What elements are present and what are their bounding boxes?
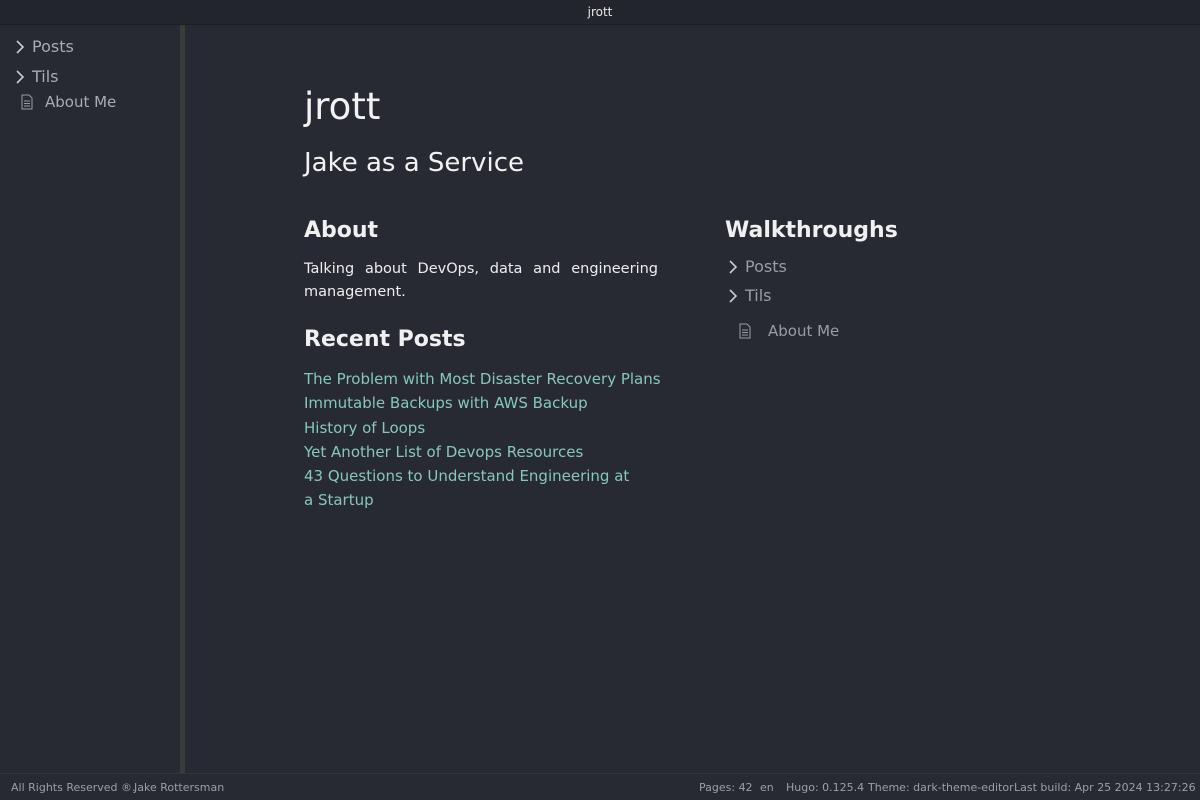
file-icon (739, 323, 751, 339)
sidebar: Posts Tils About Me (0, 25, 180, 773)
walkthrough-item-label: Posts (745, 257, 787, 276)
walkthrough-item-posts[interactable]: Posts (727, 257, 787, 276)
footer-theme: Theme: dark-theme-editor (868, 781, 1014, 794)
footer-author: Jake Rottersman (134, 781, 225, 794)
post-link[interactable]: History of Loops (304, 416, 664, 440)
main-content: jrott Jake as a Service About Talking ab… (185, 25, 1200, 773)
site-subtitle: Jake as a Service (304, 148, 525, 178)
recent-posts-list: The Problem with Most Disaster Recovery … (304, 367, 664, 513)
post-link[interactable]: Yet Another List of Devops Resources (304, 440, 664, 464)
window-titlebar: jrott (0, 0, 1200, 25)
about-heading: About (304, 218, 379, 243)
recent-posts-heading: Recent Posts (304, 327, 466, 352)
footer-last-build: Last build: Apr 25 2024 13:27:26 (1014, 781, 1196, 794)
status-bar: All Rights Reserved ®. Jake Rottersman P… (0, 773, 1200, 800)
post-link[interactable]: The Problem with Most Disaster Recovery … (304, 367, 664, 391)
footer-copyright: All Rights Reserved ®. (11, 781, 136, 794)
site-title: jrott (304, 85, 381, 128)
chevron-right-icon (729, 259, 738, 274)
chevron-right-icon (16, 69, 25, 84)
footer-lang: en (760, 781, 774, 794)
sidebar-item-label: Posts (32, 37, 74, 56)
footer-hugo-version: Hugo: 0.125.4 (786, 781, 865, 794)
chevron-right-icon (729, 288, 738, 303)
sidebar-item-about-me[interactable]: About Me (20, 93, 116, 111)
footer-pages: Pages: 42 (699, 781, 753, 794)
chevron-right-icon (16, 39, 25, 54)
sidebar-item-posts[interactable]: Posts (14, 37, 74, 56)
walkthrough-item-tils[interactable]: Tils (727, 286, 772, 305)
sidebar-item-label: About Me (45, 93, 117, 111)
post-link[interactable]: Immutable Backups with AWS Backup (304, 391, 664, 415)
walkthroughs-heading: Walkthroughs (725, 218, 898, 243)
walkthrough-item-about-me[interactable]: About Me (738, 322, 839, 340)
file-icon (21, 94, 33, 110)
walkthrough-item-label: About Me (768, 322, 840, 340)
about-text: Talking about DevOps, data and engineeri… (304, 261, 658, 300)
post-link[interactable]: 43 Questions to Understand Engineering a… (304, 464, 634, 513)
window-title: jrott (587, 5, 613, 19)
sidebar-item-label: Tils (32, 67, 59, 86)
walkthrough-item-label: Tils (745, 286, 772, 305)
sidebar-item-tils[interactable]: Tils (14, 67, 59, 86)
